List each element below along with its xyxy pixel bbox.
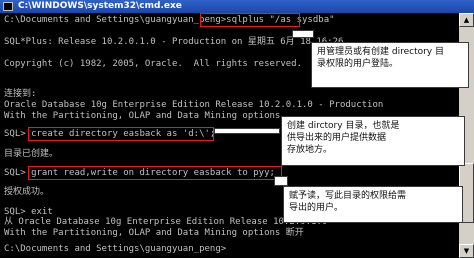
callout-grant-note: 赋予读，写此目录的权限给需 导出的用户。 (283, 186, 463, 223)
callout-login-note: 用管理员或有创建 directory 目 录权限的用户登陆。 (311, 42, 469, 88)
callout-pointer (274, 176, 288, 186)
callout-text: 存放地方。 (287, 145, 333, 155)
cmd-icon (3, 2, 13, 11)
highlight-sqlplus-command (200, 13, 300, 27)
console-line: 目录已创建。 (4, 149, 59, 159)
callout-text: 导出的用户。 (289, 203, 344, 213)
title-bar[interactable]: C:\WINDOWS\system32\cmd.exe (0, 0, 474, 13)
callout-create-directory-note: 创建 dirctory 目录，也就是 供导出来的用户提供数据 存放地方。 (281, 116, 465, 166)
callout-text: 用管理员或有创建 directory 目 (317, 47, 444, 57)
console-line: 授权成功。 (4, 187, 50, 197)
console-line: C:\Documents and Settings\guangyuan_peng… (4, 244, 227, 254)
highlight-grant-command (28, 166, 282, 180)
callout-text: 创建 dirctory 目录，也就是 (287, 121, 400, 131)
console-line: With the Partitioning, OLAP and Data Min… (4, 111, 281, 121)
console-line: Copyright (c) 1982, 2005, Oracle. All ri… (4, 59, 303, 69)
highlight-create-directory (28, 127, 214, 141)
callout-text: 录权限的用户登陆。 (317, 59, 399, 69)
console-line: SQL*Plus: Release 10.2.0.1.0 - Productio… (4, 37, 344, 47)
callout-pointer (292, 30, 314, 38)
callout-text: 供导出来的用户提供数据 (287, 133, 387, 143)
console-line: 连接到: (4, 89, 37, 99)
console-line: 从 Oracle Database 10g Enterprise Edition… (4, 217, 328, 227)
callout-text: 赋予读，写此目录的权限给需 (289, 191, 407, 201)
callout-pointer (214, 128, 280, 134)
scroll-up-button[interactable]: ▲ (459, 13, 474, 27)
window-title: C:\WINDOWS\system32\cmd.exe (18, 1, 182, 11)
console-line: Oracle Database 10g Enterprise Edition R… (4, 100, 384, 110)
scroll-down-button[interactable]: ▼ (459, 244, 474, 258)
console-line: With the Partitioning, OLAP and Data Min… (4, 228, 304, 238)
